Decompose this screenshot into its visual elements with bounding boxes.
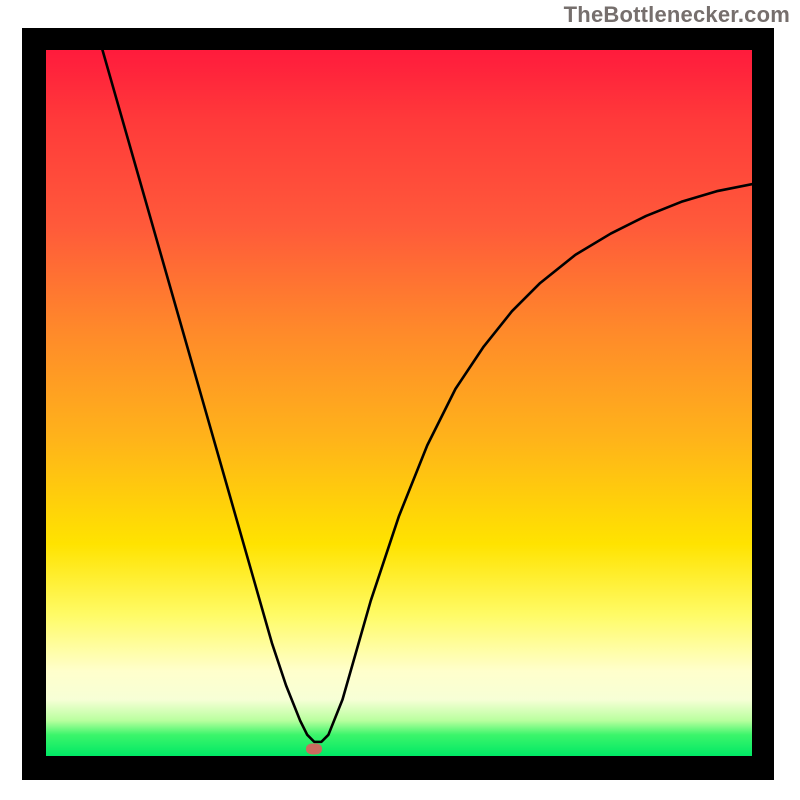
attribution-label: TheBottlenecker.com [564, 2, 790, 28]
curve-svg [46, 50, 752, 756]
bottleneck-curve [102, 50, 752, 742]
plot-area [46, 50, 752, 756]
optimum-marker [306, 743, 322, 754]
chart-container: TheBottlenecker.com [0, 0, 800, 800]
